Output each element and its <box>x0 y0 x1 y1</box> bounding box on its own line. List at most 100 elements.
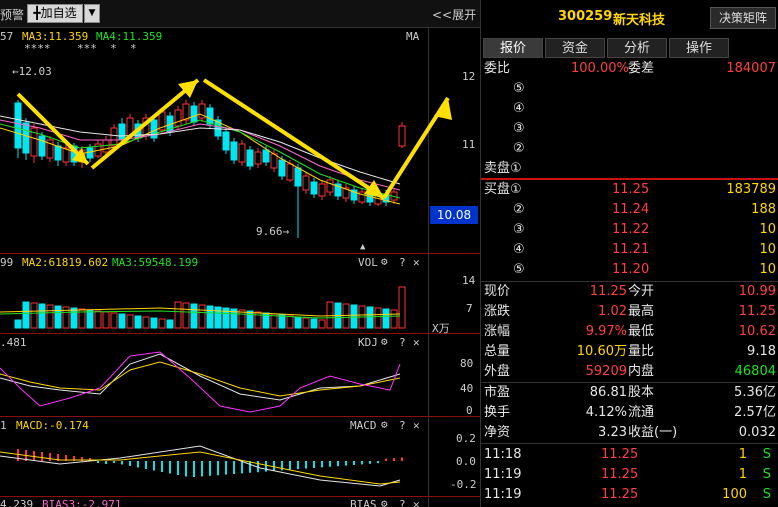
add-watchlist-button[interactable]: ╋加自选 <box>27 4 83 23</box>
section-divider <box>481 443 778 444</box>
bias-help-icon[interactable]: ? <box>399 498 406 507</box>
volume-bar <box>14 319 22 329</box>
tab-funds[interactable]: 资金 <box>545 38 605 58</box>
volume-bar <box>318 319 326 329</box>
kdj-indicator-name[interactable]: KDJ <box>358 336 378 349</box>
weibi-value: 100.00% <box>571 61 629 76</box>
vol-indicator-name[interactable]: VOL <box>358 256 378 269</box>
buy-level-label: ② <box>513 202 525 217</box>
vol-close-icon[interactable]: ✕ <box>413 256 420 269</box>
tab-analysis[interactable]: 分析 <box>607 38 667 58</box>
vol-help-icon[interactable]: ? <box>399 256 406 269</box>
candle-body <box>254 151 262 165</box>
stat-label: 总量 <box>484 344 511 359</box>
expand-button[interactable]: <<展开 <box>432 6 476 23</box>
sell-level-3: ③ <box>513 121 525 136</box>
stat-row: 涨幅 9.97% 最低 10.62 <box>481 322 778 342</box>
kdj-close-icon[interactable]: ✕ <box>413 336 420 349</box>
stat-value: 10.60万 <box>576 344 627 359</box>
volume-bar <box>142 316 150 329</box>
macd-help-icon[interactable]: ? <box>399 419 406 432</box>
tick-time: 11:19 <box>484 487 522 502</box>
fundamental-value: 0.032 <box>738 425 776 440</box>
kdj-axis-tick-40: 40 <box>460 382 474 395</box>
buy-volume: 10 <box>759 222 776 237</box>
stat-value: 1.02 <box>598 304 627 319</box>
buy-price: 11.20 <box>612 262 650 277</box>
stat-label: 涨跌 <box>484 304 511 319</box>
bias-close-icon[interactable]: ✕ <box>413 498 420 507</box>
buy-volume: 183789 <box>726 182 776 197</box>
buy-level-label: ③ <box>513 222 525 237</box>
candle-body <box>326 179 334 193</box>
volume-bar <box>366 306 374 329</box>
kdj-axis-tick-80: 80 <box>460 357 474 370</box>
volume-bar <box>102 311 110 329</box>
tick-side: S <box>762 447 771 462</box>
tick-row: 11:19 11.25 100 S <box>481 485 778 505</box>
tab-quote[interactable]: 报价 <box>483 38 543 58</box>
volume-bar <box>46 304 54 329</box>
kdj-help-icon[interactable]: ? <box>399 336 406 349</box>
fundamental-value: 5.36亿 <box>734 385 776 400</box>
weicha-label: 委差 <box>628 61 655 76</box>
candle-body <box>190 105 198 123</box>
decision-matrix-button[interactable]: 决策矩阵 <box>710 7 776 29</box>
volume-bar <box>30 302 38 329</box>
add-watchlist-dropdown-icon[interactable]: ▼ <box>84 4 100 23</box>
candle-body <box>206 107 214 125</box>
vol-gear-icon[interactable]: ⚙ <box>381 255 388 268</box>
vol-axis-tick-7: 7 <box>466 302 473 315</box>
trend-arrow-line <box>202 78 386 200</box>
buy-row: ⑤ 11.20 10 <box>481 260 778 280</box>
candle-body <box>86 147 94 159</box>
buy-price: 11.22 <box>612 222 650 237</box>
stat-value: 11.25 <box>589 284 627 299</box>
volume-bar <box>382 308 390 329</box>
macd-gear-icon[interactable]: ⚙ <box>381 418 388 431</box>
candle-body <box>38 135 46 157</box>
macd-indicator-name[interactable]: MACD <box>350 419 377 432</box>
buy-volume: 188 <box>751 202 776 217</box>
weibi-row: 委比 100.00% 委差 184007 <box>481 59 778 79</box>
candle-body <box>310 181 318 195</box>
price-axis-tick-12: 12 <box>462 70 476 83</box>
stat-label: 内盘 <box>628 364 655 379</box>
candle-body <box>318 183 326 197</box>
bias-indicator-name[interactable]: BIAS <box>350 498 377 507</box>
tick-volume: 1 <box>738 467 747 482</box>
buy-price: 11.21 <box>612 242 650 257</box>
trend-arrow-line <box>90 78 200 170</box>
volume-bar <box>70 307 78 329</box>
tab-operation[interactable]: 操作 <box>669 38 729 58</box>
buy-volume: 10 <box>759 262 776 277</box>
tick-volume: 100 <box>722 487 747 502</box>
stat-label: 现价 <box>484 284 511 299</box>
candle-body <box>110 127 118 147</box>
volume-bar <box>174 301 182 329</box>
tick-side: S <box>762 487 771 502</box>
tick-price: 11.25 <box>601 487 639 502</box>
price-axis-tick-11: 11 <box>462 138 476 151</box>
low-price-annotation: 9.66→ <box>256 225 290 238</box>
buy-level-label: ⑤ <box>513 262 525 277</box>
candle-body <box>118 123 126 141</box>
volume-bar <box>94 310 102 329</box>
buy-level-label: ④ <box>513 242 525 257</box>
fundamental-value: 3.23 <box>598 425 627 440</box>
macd-axis-tick-neg: -0.2 <box>450 478 477 491</box>
macd-axis-tick-pos: 0.2 <box>456 432 476 445</box>
macd-axis-tick-zero: 0.0 <box>456 455 476 468</box>
stock-code: 300259 <box>558 9 613 24</box>
fundamental-label: 净资 <box>484 425 511 440</box>
candle-body <box>174 109 182 127</box>
candle-body <box>270 153 278 169</box>
bias-gear-icon[interactable]: ⚙ <box>381 497 388 507</box>
high-price-annotation: ←12.03 <box>12 65 52 78</box>
panel-separator <box>0 333 480 334</box>
vol-ma3-label: MA3:59548.199 <box>112 256 199 269</box>
kdj-gear-icon[interactable]: ⚙ <box>381 335 388 348</box>
macd-close-icon[interactable]: ✕ <box>413 419 420 432</box>
volume-bar <box>118 313 126 329</box>
alert-label[interactable]: 预警 <box>0 6 24 23</box>
